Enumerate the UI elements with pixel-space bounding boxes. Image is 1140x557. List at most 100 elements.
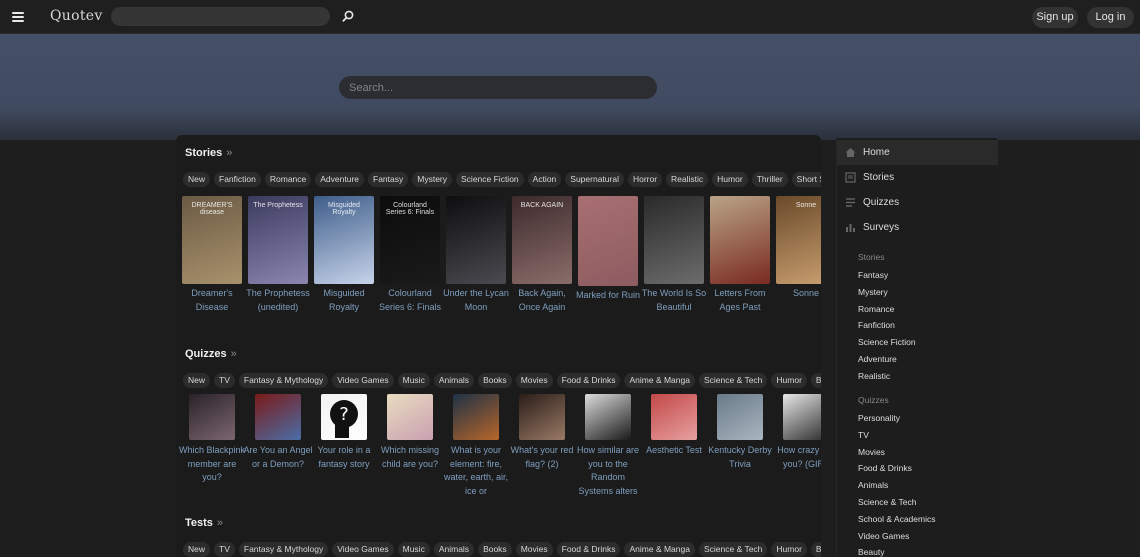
quiz-title[interactable]: Your role in a fantasy story xyxy=(309,444,379,471)
category-chip[interactable]: Anime & Manga xyxy=(624,542,695,557)
story-title[interactable]: Letters From Ages Past xyxy=(705,287,775,314)
category-chip[interactable]: Video Games xyxy=(332,542,394,557)
category-chip[interactable]: Thriller xyxy=(751,172,788,187)
sidebar-link-video-games[interactable]: Video Games xyxy=(858,531,909,541)
sidebar-link-food-drinks[interactable]: Food & Drinks xyxy=(858,463,912,473)
sidebar-item-quizzes[interactable]: Quizzes xyxy=(837,190,998,215)
sidebar-link-fanfiction[interactable]: Fanfiction xyxy=(858,320,895,330)
category-chip[interactable]: Animals xyxy=(433,373,475,388)
quiz-card[interactable]: Kentucky Derby Trivia xyxy=(708,394,772,471)
quiz-title[interactable]: Which missing child are you? xyxy=(375,444,445,471)
quiz-card[interactable]: Which Blackpink member are you? xyxy=(177,394,247,485)
stories-section-title[interactable]: Stories» xyxy=(185,147,232,159)
story-card[interactable]: Under the Lycan Moon xyxy=(443,196,509,314)
sidebar-item-home[interactable]: Home xyxy=(837,140,998,165)
quiz-title[interactable]: Kentucky Derby Trivia xyxy=(705,444,775,471)
category-chip[interactable]: Movies xyxy=(515,542,553,557)
story-card[interactable]: Misguided Royalty Misguided Royalty xyxy=(312,196,376,314)
sidebar-link-personality[interactable]: Personality xyxy=(858,413,900,423)
category-chip[interactable]: Beauty xyxy=(810,542,821,557)
sidebar-link-fantasy[interactable]: Fantasy xyxy=(858,270,888,280)
category-chip[interactable]: Fantasy & Mythology xyxy=(238,542,329,557)
category-chip[interactable]: Food & Drinks xyxy=(556,373,621,388)
category-chip[interactable]: Romance xyxy=(264,172,312,187)
story-card[interactable]: The World Is So Beautiful xyxy=(642,196,706,314)
story-card[interactable]: Letters From Ages Past xyxy=(708,196,772,314)
category-chip[interactable]: Adventure xyxy=(315,172,365,187)
category-chip[interactable]: Short Stories xyxy=(791,172,821,187)
header-search-input[interactable] xyxy=(111,7,330,26)
quiz-card[interactable]: Are You an Angel or a Demon? xyxy=(243,394,313,471)
hamburger-menu-icon[interactable] xyxy=(8,6,30,28)
category-chip[interactable]: Science & Tech xyxy=(698,373,768,388)
story-title[interactable]: Dreamer's Disease xyxy=(177,287,247,314)
log-in-button[interactable]: Log in xyxy=(1087,7,1134,28)
category-chip[interactable]: Science Fiction xyxy=(456,172,524,187)
quiz-card[interactable]: What is your element: fire, water, earth… xyxy=(444,394,508,498)
quiz-title[interactable]: Which Blackpink member are you? xyxy=(177,444,247,485)
quiz-title[interactable]: What's your red flag? (2) xyxy=(507,444,577,471)
sidebar-link-beauty[interactable]: Beauty xyxy=(858,547,884,557)
quiz-card[interactable]: How similar are you to the Random System… xyxy=(576,394,640,498)
quiz-title[interactable]: How similar are you to the Random System… xyxy=(573,444,643,498)
category-chip[interactable]: Music xyxy=(397,542,430,557)
sidebar-link-science-tech[interactable]: Science & Tech xyxy=(858,497,916,507)
category-chip[interactable]: TV xyxy=(214,373,235,388)
sidebar-link-animals[interactable]: Animals xyxy=(858,480,888,490)
category-chip[interactable]: Horror xyxy=(627,172,663,187)
category-chip[interactable]: New xyxy=(183,172,211,187)
sidebar-link-romance[interactable]: Romance xyxy=(858,304,894,314)
category-chip[interactable]: Food & Drinks xyxy=(556,542,621,557)
category-chip[interactable]: Beauty xyxy=(810,373,821,388)
sidebar-link-movies[interactable]: Movies xyxy=(858,447,885,457)
category-chip[interactable]: Music xyxy=(397,373,430,388)
sidebar-item-surveys[interactable]: Surveys xyxy=(837,215,998,240)
story-title[interactable]: Marked for Ruin xyxy=(573,289,643,303)
sidebar-link-science-fiction[interactable]: Science Fiction xyxy=(858,337,916,347)
sign-up-button[interactable]: Sign up xyxy=(1032,7,1078,28)
category-chip[interactable]: Supernatural xyxy=(565,172,624,187)
story-title[interactable]: Colourland Series 6: Finals xyxy=(375,287,445,314)
quiz-card[interactable]: ? Your role in a fantasy story xyxy=(312,394,376,471)
quiz-title[interactable]: Aesthetic Test xyxy=(639,444,709,458)
sidebar-link-realistic[interactable]: Realistic xyxy=(858,371,890,381)
category-chip[interactable]: Animals xyxy=(433,542,475,557)
quiz-card[interactable]: What's your red flag? (2) xyxy=(510,394,574,471)
category-chip[interactable]: Books xyxy=(478,373,512,388)
story-card[interactable]: Marked for Ruin xyxy=(576,196,640,303)
quizzes-section-title[interactable]: Quizzes» xyxy=(185,348,237,360)
category-chip[interactable]: New xyxy=(183,373,211,388)
story-title[interactable]: The World Is So Beautiful xyxy=(639,287,709,314)
story-card[interactable]: The Prophetess The Prophetess (unedited) xyxy=(246,196,310,314)
category-chip[interactable]: Humor xyxy=(712,172,748,187)
story-card[interactable]: Sonne Sonne xyxy=(774,196,821,301)
quiz-card[interactable]: How crazy are you? (GIRL xyxy=(774,394,821,471)
sidebar-link-mystery[interactable]: Mystery xyxy=(858,287,888,297)
quiz-card[interactable]: Which missing child are you? xyxy=(378,394,442,471)
sidebar-link-school-academics[interactable]: School & Academics xyxy=(858,514,935,524)
story-title[interactable]: Sonne xyxy=(771,287,821,301)
category-chip[interactable]: Books xyxy=(478,542,512,557)
site-logo[interactable]: Quotev xyxy=(50,8,103,24)
story-title[interactable]: Back Again, Once Again xyxy=(507,287,577,314)
category-chip[interactable]: Fantasy & Mythology xyxy=(238,373,329,388)
story-title[interactable]: The Prophetess (unedited) xyxy=(243,287,313,314)
category-chip[interactable]: Humor xyxy=(771,542,807,557)
category-chip[interactable]: New xyxy=(183,542,211,557)
category-chip[interactable]: Fanfiction xyxy=(214,172,261,187)
sidebar-link-adventure[interactable]: Adventure xyxy=(858,354,897,364)
category-chip[interactable]: Realistic xyxy=(666,172,709,187)
quiz-title[interactable]: What is your element: fire, water, earth… xyxy=(441,444,511,498)
category-chip[interactable]: Video Games xyxy=(332,373,394,388)
category-chip[interactable]: Mystery xyxy=(412,172,453,187)
quiz-card[interactable]: Aesthetic Test xyxy=(642,394,706,458)
quiz-title[interactable]: How crazy are you? (GIRL xyxy=(771,444,821,471)
story-card[interactable]: BACK AGAIN Back Again, Once Again xyxy=(510,196,574,314)
category-chip[interactable]: Humor xyxy=(771,373,807,388)
category-chip[interactable]: Action xyxy=(527,172,562,187)
story-title[interactable]: Misguided Royalty xyxy=(309,287,379,314)
tests-section-title[interactable]: Tests» xyxy=(185,517,223,529)
category-chip[interactable]: Fantasy xyxy=(368,172,409,187)
story-card[interactable]: DREAMER'S disease Dreamer's Disease xyxy=(180,196,244,314)
quiz-title[interactable]: Are You an Angel or a Demon? xyxy=(243,444,313,471)
